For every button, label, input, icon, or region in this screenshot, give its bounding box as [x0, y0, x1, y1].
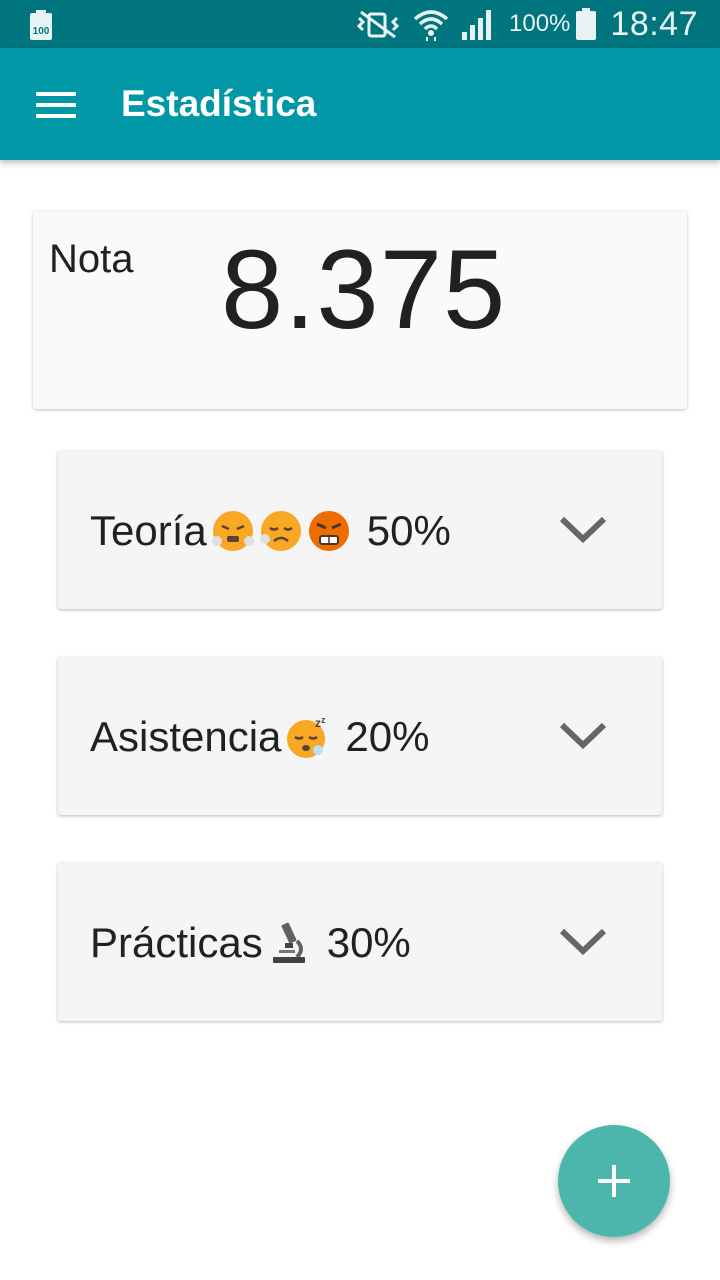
category-row: Prácticas 30%	[90, 915, 411, 971]
plus-icon	[598, 1165, 630, 1197]
category-label: Asistencia	[90, 713, 282, 760]
category-percent: 50%	[366, 507, 451, 554]
category-card-teoria[interactable]: Teoría 50%	[58, 451, 662, 609]
category-label: Prácticas	[90, 919, 263, 966]
grade-value: 8.375	[221, 227, 507, 352]
add-button[interactable]	[558, 1125, 670, 1237]
svg-text:z: z	[321, 715, 326, 725]
huffing-face-emoji	[211, 511, 254, 551]
status-clock: 18:47	[610, 4, 698, 43]
battery-percent: 100%	[509, 10, 571, 37]
category-row: Asistencia z z 20%	[90, 709, 429, 765]
category-row: Teoría 50%	[90, 503, 451, 559]
microscope-emoji	[272, 922, 305, 963]
category-card-asistencia[interactable]: Asistencia z z 20%	[58, 657, 662, 815]
category-percent: 30%	[326, 919, 411, 966]
category-label: Teoría	[90, 507, 207, 554]
category-card-practicas[interactable]: Prácticas 30%	[58, 863, 662, 1021]
angry-face-emoji	[308, 511, 349, 551]
app-bar: Estadística	[0, 48, 720, 160]
grade-label: Nota	[49, 237, 134, 281]
chevron-down-icon[interactable]	[558, 721, 608, 751]
page-title: Estadística	[121, 83, 317, 124]
battery-icon	[576, 8, 597, 40]
battery-full-icon: 100	[30, 10, 52, 40]
grade-card: Nota 8.375	[33, 211, 687, 409]
status-bar: 100 100% 18:47	[0, 0, 720, 48]
battery-level-text: 100	[33, 26, 50, 37]
hamburger-menu-icon[interactable]	[36, 92, 76, 118]
chevron-down-icon[interactable]	[558, 515, 608, 545]
vibrate-mute-icon	[356, 10, 400, 39]
chevron-down-icon[interactable]	[558, 927, 608, 957]
cell-signal-icon	[462, 10, 492, 40]
category-percent: 20%	[345, 713, 430, 760]
sad-relieved-face-emoji	[259, 511, 301, 551]
sleeping-face-emoji: z z	[287, 715, 326, 758]
wifi-icon	[413, 10, 449, 41]
